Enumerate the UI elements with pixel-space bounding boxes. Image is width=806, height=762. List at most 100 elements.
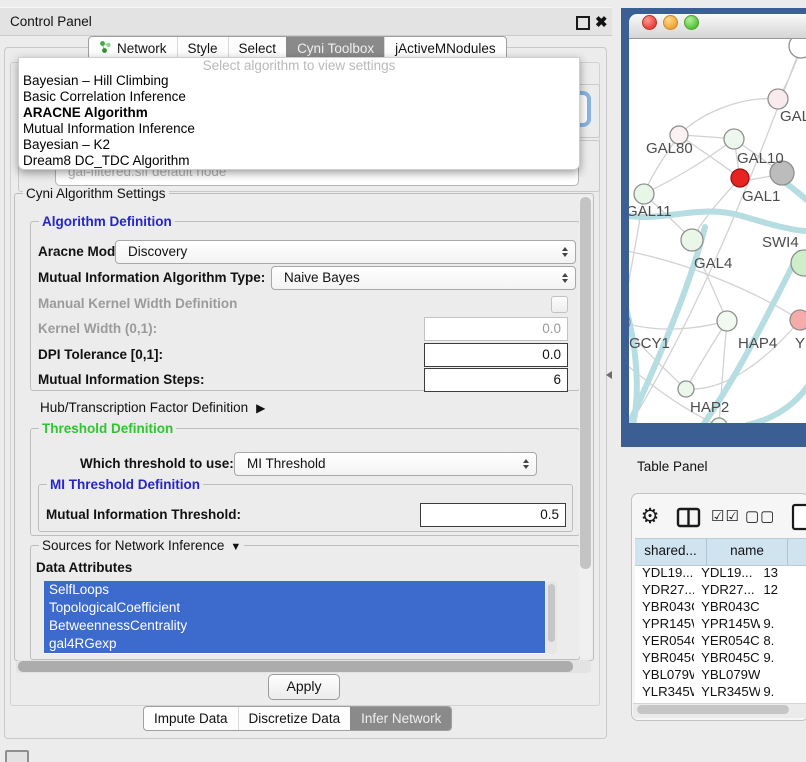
settings-hscrollbar-thumb[interactable]: [18, 661, 573, 672]
split-pane-handle-icon[interactable]: [606, 371, 612, 379]
table-cell: YDL19...: [694, 564, 760, 581]
attribute-item-betweennesscentrality[interactable]: BetweennessCentrality: [44, 617, 545, 635]
tab-impute-data[interactable]: Impute Data: [144, 707, 238, 730]
dropdown-items: Bayesian – Hill ClimbingBasic Correlatio…: [19, 73, 579, 169]
aracne-mode-combo[interactable]: Discovery: [115, 240, 576, 264]
node-label-gal1: GAL1: [742, 188, 780, 205]
node-top-partial[interactable]: [789, 39, 806, 58]
table-row[interactable]: YBR043CYBR043C: [635, 598, 806, 615]
close-traffic-light-icon[interactable]: [642, 15, 657, 30]
minimize-traffic-light-icon[interactable]: [663, 15, 678, 30]
control-panel-titlebar: Control Panel ✖: [0, 7, 612, 36]
table-cell: YDR27...: [694, 581, 760, 598]
spinner-arrows-icon: [562, 273, 568, 283]
select-all-icon[interactable]: ☑☑: [711, 507, 740, 525]
node-gal-pink[interactable]: [768, 89, 788, 109]
node-gal11[interactable]: [634, 184, 654, 204]
network-edge-thick: [629, 288, 637, 423]
table-cell: YER054C: [635, 632, 694, 649]
node-label-swi4: SWI4: [762, 234, 799, 251]
close-icon[interactable]: ✖: [595, 9, 608, 36]
data-attributes-list: SelfLoopsTopologicalCoefficientBetweenne…: [44, 581, 545, 654]
node-swi4[interactable]: [791, 250, 806, 276]
docked-panel-icon[interactable]: [5, 750, 29, 762]
node-gal1[interactable]: [731, 169, 749, 187]
algorithm-option-basic-correlation-inference[interactable]: Basic Correlation Inference: [19, 89, 579, 105]
attributes-scrollbar-thumb[interactable]: [548, 584, 555, 642]
node-y-pink[interactable]: [790, 310, 806, 330]
tab-label: Cyni Toolbox: [297, 41, 374, 56]
data-attributes-label: Data Attributes: [36, 556, 132, 580]
algorithm-option-mutual-information-inference[interactable]: Mutual Information Inference: [19, 121, 579, 137]
hub-definition-toggle[interactable]: Hub/Transcription Factor Definition▶: [40, 396, 265, 420]
table-row[interactable]: YLR345WYLR345W9.: [635, 683, 806, 700]
table-row[interactable]: YER054CYER054C8.: [635, 632, 806, 649]
attribute-item-gal4rgexp[interactable]: gal4RGexp: [44, 635, 545, 653]
table-cell: [760, 598, 806, 615]
tab-discretize-data[interactable]: Discretize Data: [238, 707, 351, 730]
node-bottom-partial[interactable]: [711, 418, 727, 423]
table-row[interactable]: YBL079WYBL079W: [635, 666, 806, 683]
aracne-mode-value: Discovery: [128, 244, 187, 259]
attribute-item-topologicalcoefficient[interactable]: TopologicalCoefficient: [44, 599, 545, 617]
table-row[interactable]: YDL19...YDL19...13: [635, 564, 806, 581]
node-gal10[interactable]: [724, 129, 744, 149]
network-canvas[interactable]: GALGAL80GAL10GAL1GAL11SWI4GAL4GCY1HAP4YH…: [629, 39, 806, 423]
mi-threshold-title: MI Threshold Definition: [47, 477, 203, 492]
tab-label: Network: [117, 41, 167, 56]
algorithm-option-bayesian-hill-climbing[interactable]: Bayesian – Hill Climbing: [19, 73, 579, 89]
table-cell: 9.: [760, 615, 806, 632]
table-panel-title: Table Panel: [633, 455, 777, 479]
attribute-item-selfloops[interactable]: SelfLoops: [44, 581, 545, 599]
table-cell: 13: [760, 564, 806, 581]
column-header-name[interactable]: name: [707, 539, 788, 565]
settings-vscrollbar-thumb[interactable]: [580, 197, 591, 569]
table-row[interactable]: YDR27...YDR27...12: [635, 581, 806, 598]
expand-right-icon: ▶: [256, 396, 265, 420]
columns-icon[interactable]: [676, 505, 702, 536]
mi-type-combo[interactable]: Naive Bayes: [271, 266, 576, 290]
dpi-tolerance-field[interactable]: 0.0: [424, 343, 568, 367]
mi-steps-field[interactable]: 6: [424, 368, 568, 392]
sources-title-text: Sources for Network Inference: [42, 538, 224, 553]
manual-kernel-label: Manual Kernel Width Definition: [38, 292, 237, 316]
sources-title[interactable]: Sources for Network Inference ▼: [39, 538, 244, 555]
float-window-icon[interactable]: [576, 16, 590, 30]
table-cell: YBR045C: [694, 649, 760, 666]
node-hap4[interactable]: [717, 311, 737, 331]
tab-label: Impute Data: [154, 711, 228, 726]
apply-button[interactable]: Apply: [268, 674, 340, 700]
kernel-width-label: Kernel Width (0,1):: [38, 317, 157, 341]
table-cell: YBR043C: [694, 598, 760, 615]
zoom-traffic-light-icon[interactable]: [684, 15, 699, 30]
algorithm-option-aracne-algorithm[interactable]: ARACNE Algorithm: [19, 105, 579, 121]
column-header-a[interactable]: A: [788, 539, 806, 565]
node-gal4[interactable]: [681, 229, 703, 251]
kernel-width-field[interactable]: 0.0: [424, 317, 568, 341]
table-cell: YBL079W: [635, 666, 694, 683]
table-hscrollbar-thumb[interactable]: [637, 705, 789, 714]
node-hap2[interactable]: [678, 381, 694, 397]
column-header-shared[interactable]: shared...: [635, 539, 707, 565]
which-threshold-label: Which threshold to use:: [80, 452, 234, 476]
table-cell: YDR27...: [635, 581, 694, 598]
deselect-all-icon[interactable]: ▢▢: [745, 507, 775, 525]
algorithm-option-bayesian-k2[interactable]: Bayesian – K2: [19, 137, 579, 153]
table-cell: 9.: [760, 683, 806, 700]
spinner-arrows-icon: [523, 459, 529, 469]
network-icon: [99, 40, 112, 57]
bottom-tabstrip: Impute Data Discretize DataInfer Network: [143, 706, 452, 731]
table-row[interactable]: YPR145WYPR145W9.: [635, 615, 806, 632]
collapse-down-icon: ▼: [230, 541, 241, 553]
mi-type-label: Mutual Information Algorithm Type:: [38, 266, 265, 290]
which-threshold-combo[interactable]: MI Threshold: [234, 452, 537, 476]
new-column-icon[interactable]: [791, 503, 806, 536]
table-row[interactable]: YBR045CYBR045C9.: [635, 649, 806, 666]
table-cell: YPR145W: [694, 615, 760, 632]
gear-icon[interactable]: ⚙: [637, 504, 663, 530]
algorithm-option-dream8-dc-tdc-algorithm[interactable]: Dream8 DC_TDC Algorithm: [19, 153, 579, 169]
mi-threshold-field[interactable]: 0.5: [420, 503, 566, 527]
tab-infer-network[interactable]: Infer Network: [350, 707, 451, 730]
table-cell: YLR345W: [694, 683, 760, 700]
manual-kernel-checkbox[interactable]: [551, 296, 568, 313]
